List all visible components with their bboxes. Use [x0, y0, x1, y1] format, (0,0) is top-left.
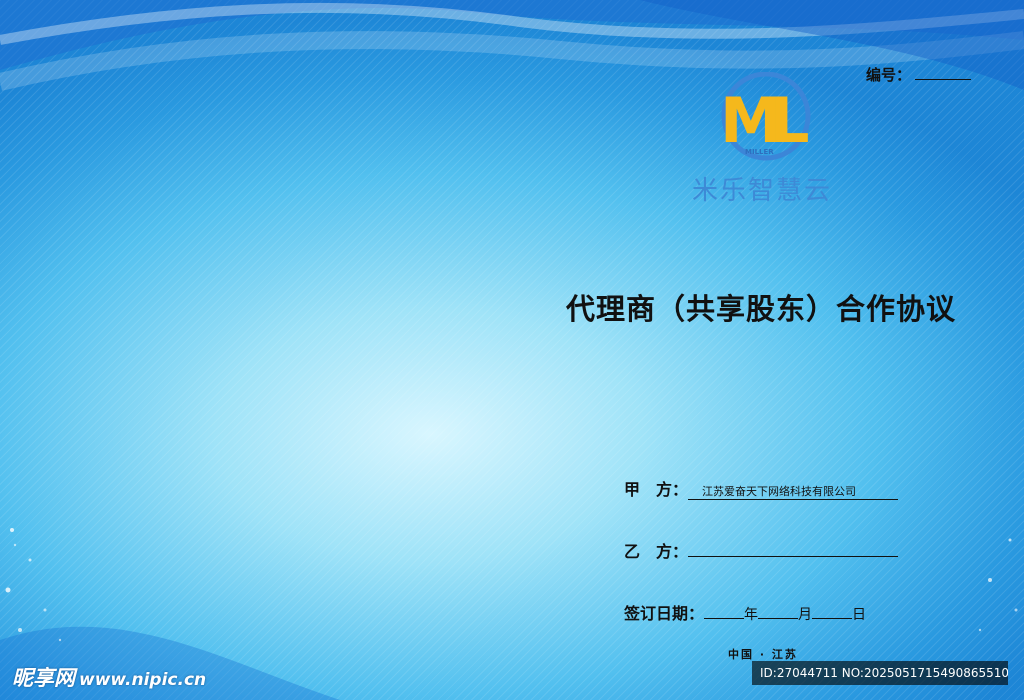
sparkle-decoration-right — [978, 538, 1018, 632]
year-unit: 年 — [744, 607, 759, 623]
document-number: 编号： — [866, 64, 972, 85]
party-a-field[interactable]: 江苏爱奋天下网络科技有限公司 — [688, 483, 899, 500]
watermark-site-name: 昵享网 — [12, 666, 75, 690]
miller-logo-icon: M L MILLER — [720, 72, 811, 161]
site-watermark: 昵享网 www.nipic.cn — [12, 662, 206, 692]
party-b-label: 乙 方： — [624, 542, 689, 561]
sign-date-row: 签订日期： 年 月 日 — [624, 600, 866, 624]
party-b-row: 乙 方： — [624, 538, 899, 562]
logo-mark-right: L — [770, 84, 810, 157]
wave-decoration — [0, 0, 1024, 700]
year-blank[interactable] — [704, 603, 745, 619]
document-number-label: 编号： — [866, 66, 912, 84]
month-blank[interactable] — [758, 603, 799, 619]
month-unit: 月 — [798, 607, 813, 623]
brand-name: 米乐智慧云 — [692, 176, 833, 206]
day-unit: 日 — [852, 607, 867, 623]
document-number-blank[interactable] — [915, 65, 972, 80]
document-cover: 编号： M L MILLER 米乐智慧云 代理商（共享股东）合作协议 甲 方：江… — [0, 0, 1024, 700]
sign-date-label: 签订日期： — [624, 604, 705, 623]
day-blank[interactable] — [812, 603, 853, 619]
image-id-bar: ID:27044711 NO:20250517154908655103 — [752, 661, 1008, 685]
document-title: 代理商（共享股东）合作协议 — [566, 292, 957, 326]
location-text: 中国 · 江苏 — [728, 648, 798, 661]
party-a-row: 甲 方： 江苏爱奋天下网络科技有限公司 — [624, 476, 899, 500]
logo-sub-text: MILLER — [745, 148, 774, 156]
party-b-field[interactable] — [688, 540, 899, 557]
watermark-site-url: www.nipic.cn — [79, 670, 207, 690]
party-a-label: 甲 方： — [624, 480, 689, 499]
